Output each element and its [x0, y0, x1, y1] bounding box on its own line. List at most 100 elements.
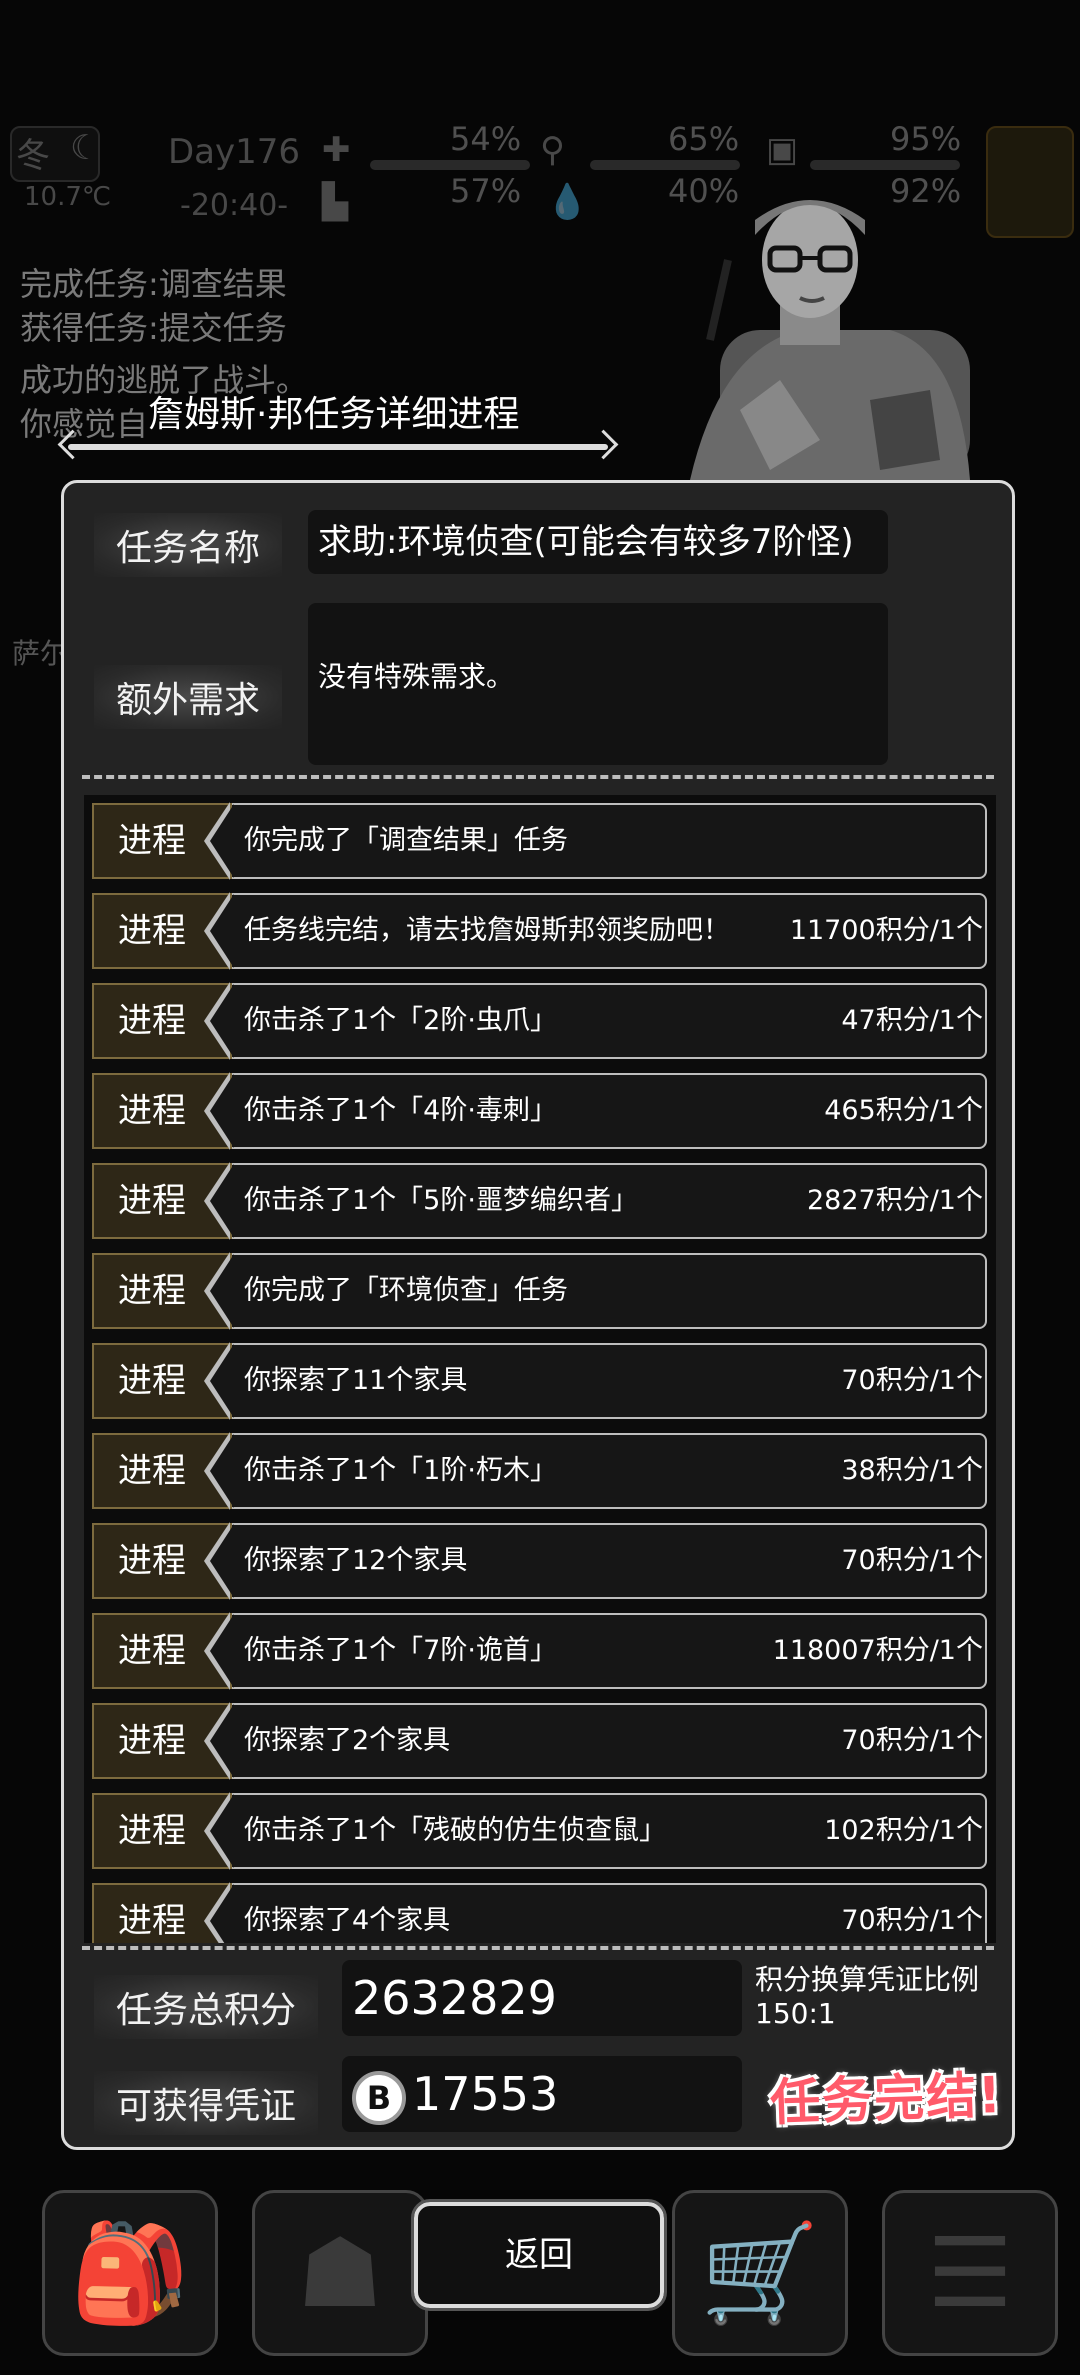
progress-row: 进程 你击杀了1个「5阶·噩梦编织者」 2827积分/1个	[92, 1162, 987, 1240]
modal-title: 詹姆斯·邦任务详细进程	[148, 394, 520, 435]
list-icon: ☰	[926, 2217, 1014, 2329]
water-icon: 💧	[546, 182, 589, 222]
battery-icon: ▣	[766, 130, 799, 170]
progress-row: 进程 你击杀了1个「残破的仿生侦查鼠」 102积分/1个	[92, 1792, 987, 1870]
progress-text: 你击杀了1个「2阶·虫爪」	[244, 1005, 557, 1036]
stat-health: 54%	[450, 120, 522, 158]
tag-arrow-inner	[210, 984, 234, 1058]
progress-text: 你击杀了1个「5阶·噩梦编织者」	[244, 1185, 638, 1216]
progress-text: 你探索了4个家具	[244, 1905, 451, 1936]
progress-score: 465积分/1个	[824, 1095, 983, 1126]
shop-button[interactable]: 🛒	[672, 2190, 848, 2356]
voucher-value: 17553	[412, 2067, 559, 2121]
progress-text: 你完成了「调查结果」任务	[244, 825, 568, 856]
extra-requirement-field: 没有特殊需求。	[308, 603, 888, 765]
extra-requirement-label: 额外需求	[94, 665, 283, 729]
progress-score: 2827积分/1个	[807, 1185, 983, 1216]
map-button[interactable]	[986, 126, 1074, 238]
progress-row: 进程 你探索了11个家具 70积分/1个	[92, 1342, 987, 1420]
brain-icon: ☗	[296, 2217, 384, 2329]
progress-row: 进程 你击杀了1个「7阶·诡首」 118007积分/1个	[92, 1612, 987, 1690]
log-line: 完成任务:调查结果	[20, 265, 287, 303]
progress-text: 你完成了「环境侦查」任务	[244, 1275, 568, 1306]
divider	[82, 1946, 994, 1950]
stat-energy: 95%	[890, 120, 962, 158]
progress-score: 102积分/1个	[824, 1815, 983, 1846]
progress-row: 进程 你完成了「调查结果」任务	[92, 802, 987, 880]
progress-text: 你击杀了1个「1阶·朽木」	[244, 1455, 557, 1486]
tag-arrow-inner	[210, 1614, 234, 1688]
progress-score: 38积分/1个	[841, 1455, 983, 1486]
side-label: 萨尔	[12, 637, 69, 670]
progress-row: 进程 你探索了2个家具 70积分/1个	[92, 1702, 987, 1780]
menu-button[interactable]: ☰	[882, 2190, 1058, 2356]
coin-icon: B	[352, 2070, 406, 2125]
tag-arrow-inner	[210, 1344, 234, 1418]
npc-portrait	[690, 200, 970, 480]
tag-arrow-inner	[210, 1794, 234, 1868]
tag-arrow-inner	[210, 1434, 234, 1508]
back-button[interactable]: 返回	[411, 2199, 667, 2311]
log-line: 获得任务:提交任务	[20, 309, 287, 347]
cart-icon: 🛒	[700, 2216, 820, 2329]
skills-button[interactable]: ☗	[252, 2190, 428, 2356]
progress-text: 你击杀了1个「4阶·毒刺」	[244, 1095, 557, 1126]
boot-icon: ▙	[322, 182, 349, 222]
progress-score: 70积分/1个	[841, 1545, 983, 1576]
hunger-bar	[590, 160, 740, 170]
progress-score: 118007积分/1个	[772, 1635, 983, 1666]
progress-list[interactable]: 进程 你完成了「调查结果」任务 进程 任务线完结，请去找詹姆斯邦领奖励吧！ 11700积…	[84, 795, 996, 1943]
stat-stamina: 57%	[450, 172, 522, 210]
task-complete-stamp: 任务完结!	[769, 2065, 1004, 2133]
progress-row: 进程 你击杀了1个「1阶·朽木」 38积分/1个	[92, 1432, 987, 1510]
total-score-value: 2632829	[342, 1960, 742, 2036]
progress-score: 47积分/1个	[841, 1005, 983, 1036]
tag-arrow-inner	[210, 1164, 234, 1238]
energy-bar	[810, 160, 960, 170]
voucher-value-box: B 17553	[342, 2056, 742, 2132]
tag-arrow-inner	[210, 1254, 234, 1328]
progress-row: 进程 你探索了4个家具 70积分/1个	[92, 1882, 987, 1943]
progress-row: 进程 任务线完结，请去找詹姆斯邦领奖励吧！ 11700积分/1个	[92, 892, 987, 970]
total-score-label: 任务总积分	[94, 1975, 319, 2039]
backpack-icon: 🎒	[70, 2216, 190, 2329]
progress-row: 进程 你完成了「环境侦查」任务	[92, 1252, 987, 1330]
tag-arrow-inner	[210, 894, 234, 968]
progress-text: 你探索了12个家具	[244, 1545, 468, 1576]
divider	[82, 775, 994, 779]
season-label: 冬	[16, 136, 50, 176]
ratio-label: 积分换算凭证比例	[755, 1963, 980, 1996]
stat-hunger: 65%	[668, 120, 740, 158]
progress-row: 进程 你击杀了1个「4阶·毒刺」 465积分/1个	[92, 1072, 987, 1150]
moon-icon: ☾	[70, 128, 101, 168]
progress-text: 你探索了2个家具	[244, 1725, 451, 1756]
progress-text: 你击杀了1个「残破的仿生侦查鼠」	[244, 1815, 667, 1846]
progress-text: 任务线完结，请去找詹姆斯邦领奖励吧！	[244, 915, 730, 946]
title-divider	[68, 444, 608, 450]
progress-row: 进程 你击杀了1个「2阶·虫爪」 47积分/1个	[92, 982, 987, 1060]
backpack-button[interactable]: 🎒	[42, 2190, 218, 2356]
progress-score: 70积分/1个	[841, 1365, 983, 1396]
health-bar	[370, 160, 530, 170]
ratio-value: 150:1	[755, 1997, 836, 2030]
progress-row: 进程 你探索了12个家具 70积分/1个	[92, 1522, 987, 1600]
tag-arrow-inner	[210, 1704, 234, 1778]
day-label: Day176	[168, 132, 301, 172]
tag-arrow-inner	[210, 804, 234, 878]
tag-arrow-inner	[210, 1524, 234, 1598]
tag-arrow-inner	[210, 1884, 234, 1943]
progress-score: 70积分/1个	[841, 1905, 983, 1936]
task-name-label: 任务名称	[94, 513, 283, 577]
voucher-label: 可获得凭证	[94, 2071, 319, 2135]
progress-text: 你探索了11个家具	[244, 1365, 468, 1396]
progress-score: 11700积分/1个	[789, 915, 983, 946]
temperature: 10.7℃	[24, 182, 112, 212]
time-label: -20:40-	[180, 188, 289, 223]
medkit-icon: ✚	[322, 130, 351, 170]
progress-text: 你击杀了1个「7阶·诡首」	[244, 1635, 557, 1666]
progress-score: 70积分/1个	[841, 1725, 983, 1756]
task-name-field: 求助:环境侦查(可能会有较多7阶怪)	[308, 510, 888, 574]
task-detail-modal: 任务名称 求助:环境侦查(可能会有较多7阶怪) 额外需求 没有特殊需求。 进程你…	[61, 480, 1015, 2150]
stomach-icon: ⚲	[540, 130, 565, 170]
tag-arrow-inner	[210, 1074, 234, 1148]
